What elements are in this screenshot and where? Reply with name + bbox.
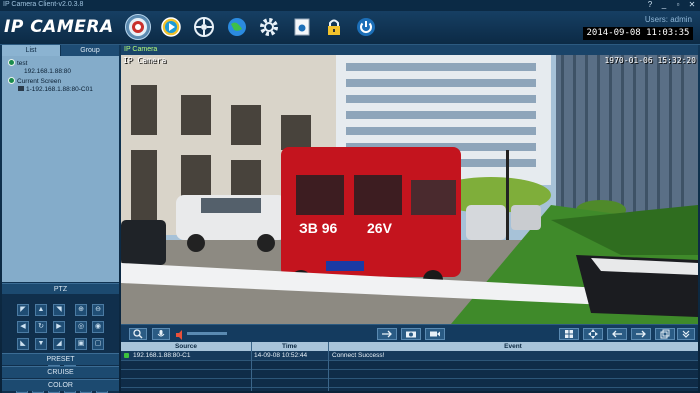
camera-feed-image: ЗВ 96 26V — [121, 55, 698, 324]
focus-far-icon[interactable]: ◉ — [92, 321, 104, 333]
prev-page-icon[interactable] — [607, 328, 627, 340]
title-bar: IP Camera Client-v2.0.3.8 ? _ ▫ ✕ — [0, 0, 700, 11]
talk-icon[interactable] — [377, 328, 397, 340]
log-row[interactable]: 192.168.1.88:80-C1 14-09-08 10:52:44 Con… — [121, 351, 698, 360]
app-window: IP Camera Client-v2.0.3.8 ? _ ▫ ✕ IP CAM… — [0, 0, 700, 393]
log-header: Source Time Event — [121, 342, 698, 351]
microphone-icon[interactable] — [152, 328, 170, 340]
cruise-button[interactable]: CRUISE — [2, 366, 119, 378]
video-panel-title: IP Camera — [124, 46, 158, 53]
tree-group-device[interactable]: 192.168.1.88:80 — [24, 68, 71, 75]
ptz-up-button[interactable]: ▲ — [35, 304, 47, 316]
video-toolbar — [121, 324, 698, 342]
minimize-button[interactable]: _ — [658, 0, 670, 10]
iris-open-icon[interactable]: ▣ — [75, 338, 87, 350]
column-source[interactable]: Source — [121, 342, 251, 351]
ptz-left-button[interactable]: ◀ — [17, 321, 29, 333]
app-logo: IP CAMERA — [4, 17, 114, 37]
device-tabs: List Group — [2, 45, 119, 56]
record-video-icon[interactable] — [425, 328, 445, 340]
screen-status-icon — [8, 77, 15, 84]
grid-layout-icon[interactable] — [559, 328, 579, 340]
camera-icon — [18, 86, 24, 91]
event-log: Source Time Event 192.168.1.88:80-C1 14-… — [121, 342, 698, 391]
live-view-icon[interactable] — [125, 14, 151, 40]
osd-camera-name: IP Camera — [123, 56, 167, 65]
window-title: IP Camera Client-v2.0.3.8 — [3, 1, 84, 8]
tree-screen-node[interactable]: Current Screen — [8, 77, 61, 85]
ptz-down-left-button[interactable]: ◣ — [17, 338, 29, 350]
log-source: 192.168.1.88:80-C1 — [133, 352, 191, 359]
fullscreen-icon[interactable] — [583, 328, 603, 340]
log-time: 14-09-08 10:52:44 — [254, 352, 308, 359]
osd-timestamp: 1970-01-06 15:32:20 — [604, 56, 696, 65]
zoom-out-icon[interactable]: ⊖ — [92, 304, 104, 316]
color-button[interactable]: COLOR — [2, 379, 119, 391]
tab-group[interactable]: Group — [61, 45, 119, 56]
user-indicator: Users: admin — [644, 15, 692, 24]
settings-gear-icon[interactable] — [256, 14, 282, 40]
tree-screen-device-label: 1-192.168.1.88:80-C01 — [26, 86, 93, 93]
column-time[interactable]: Time — [251, 342, 328, 351]
svg-text:ЗВ 96: ЗВ 96 — [299, 220, 338, 236]
ptz-up-left-button[interactable]: ◤ — [17, 304, 29, 316]
ptz-down-right-button[interactable]: ◢ — [53, 338, 65, 350]
tab-list[interactable]: List — [2, 45, 60, 56]
iris-close-icon[interactable]: ▢ — [92, 338, 104, 350]
next-page-icon[interactable] — [631, 328, 651, 340]
header-bar: IP CAMERA Users: admin 2014-09-08 11:03:… — [0, 11, 700, 45]
ptz-auto-button[interactable]: ↻ — [35, 321, 47, 333]
close-button[interactable]: ✕ — [686, 0, 698, 10]
log-column-divider — [328, 342, 329, 391]
log-divider — [121, 369, 698, 370]
device-tree: test 192.168.1.88:80 Current Screen 1-19… — [2, 56, 119, 282]
preset-button[interactable]: PRESET — [2, 353, 119, 365]
focus-near-icon[interactable]: ◎ — [75, 321, 87, 333]
volume-slider[interactable] — [187, 332, 227, 335]
log-divider — [121, 378, 698, 379]
tree-group-node[interactable]: test — [8, 59, 27, 67]
search-icon[interactable] — [129, 328, 147, 340]
ptz-wheel-icon[interactable] — [191, 14, 217, 40]
log-column-divider — [251, 342, 252, 391]
tree-screen-label: Current Screen — [17, 78, 62, 85]
power-icon[interactable] — [353, 14, 379, 40]
datetime-display: 2014-09-08 11:03:35 — [583, 27, 693, 40]
svg-text:26V: 26V — [367, 220, 393, 236]
tree-group-device-label: 192.168.1.88:80 — [24, 68, 71, 75]
help-button[interactable]: ? — [644, 0, 656, 10]
snapshot-icon[interactable] — [289, 14, 315, 40]
ptz-header[interactable]: PTZ — [2, 283, 119, 294]
log-event: Connect Success! — [332, 352, 385, 359]
video-view[interactable]: ЗВ 96 26V IP Camera 1970-01-06 15:32:20 — [121, 55, 698, 324]
collapse-icon[interactable] — [677, 328, 695, 340]
playback-icon[interactable] — [158, 14, 184, 40]
ptz-up-right-button[interactable]: ◥ — [53, 304, 65, 316]
ptz-down-button[interactable]: ▼ — [35, 338, 47, 350]
column-event[interactable]: Event — [328, 342, 698, 351]
video-header: IP Camera — [121, 45, 698, 55]
group-status-icon — [8, 59, 15, 66]
left-panel: List Group test 192.168.1.88:80 Current … — [2, 45, 119, 393]
zoom-in-icon[interactable]: ⊕ — [75, 304, 87, 316]
lock-icon[interactable] — [321, 14, 347, 40]
tree-screen-device[interactable]: 1-192.168.1.88:80-C01 — [18, 86, 93, 93]
maximize-button[interactable]: ▫ — [672, 0, 684, 10]
camera-snapshot-icon[interactable] — [401, 328, 421, 340]
log-divider — [121, 360, 698, 361]
tree-group-label: test — [17, 60, 28, 67]
speaker-icon[interactable] — [175, 328, 185, 340]
ptz-right-button[interactable]: ▶ — [53, 321, 65, 333]
status-ok-icon — [124, 353, 129, 358]
log-divider — [121, 387, 698, 388]
network-globe-icon[interactable] — [224, 14, 250, 40]
multi-window-icon[interactable] — [655, 328, 675, 340]
